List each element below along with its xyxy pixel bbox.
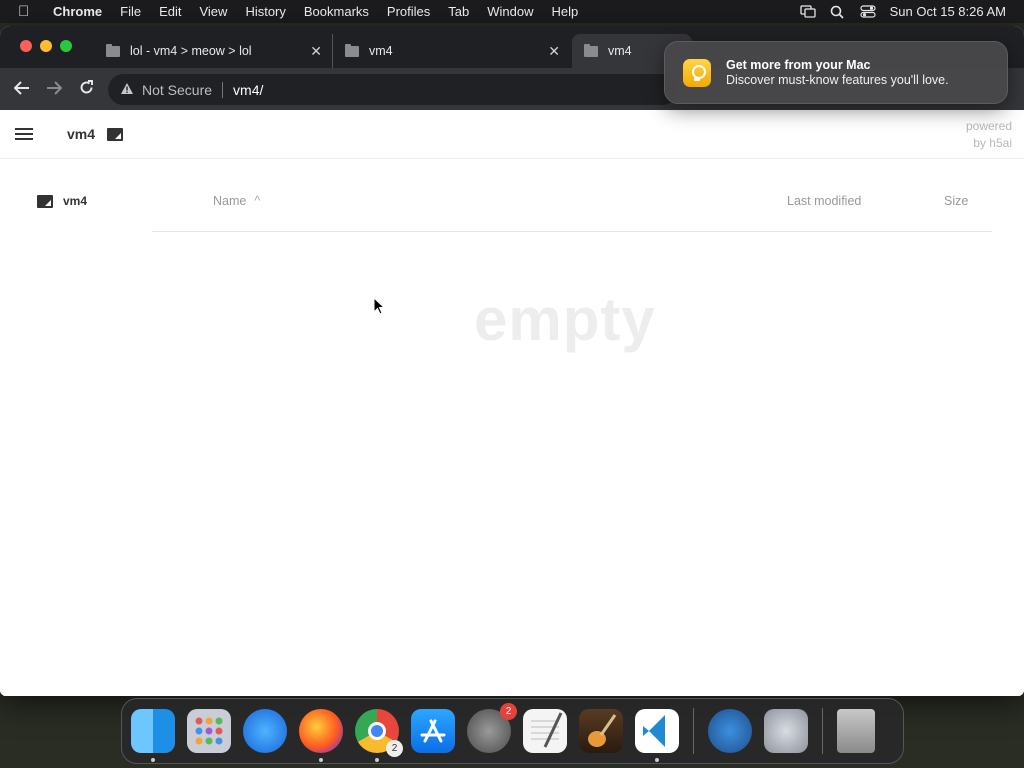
launchpad-icon[interactable]	[187, 709, 231, 753]
folder-icon	[106, 43, 120, 57]
url-text[interactable]: vm4/	[233, 82, 263, 98]
app-store-icon[interactable]	[411, 709, 455, 753]
menu-window[interactable]: Window	[478, 4, 542, 19]
folder-icon	[107, 127, 124, 141]
notification-title: Get more from your Mac	[726, 58, 871, 72]
control-center-icon[interactable]	[860, 5, 876, 18]
textedit-icon[interactable]	[523, 709, 567, 753]
tab-title: vm4	[608, 44, 632, 58]
clock[interactable]: Sun Oct 15 8:26 AM	[890, 4, 1006, 19]
dock-divider	[693, 708, 694, 754]
empty-placeholder: empty	[474, 286, 656, 353]
folder-icon	[584, 43, 598, 57]
notification-banner[interactable]: Get more from your Mac Discover must-kno…	[664, 41, 1008, 104]
menu-edit[interactable]: Edit	[150, 4, 190, 19]
h5ai-page: vm4 powered by h5ai vm4 Name ^ Last modif…	[0, 110, 1024, 696]
menu-bar:  Chrome File Edit View History Bookmark…	[0, 0, 1024, 23]
window-controls	[20, 40, 72, 52]
close-tab-icon[interactable]: ✕	[548, 43, 560, 60]
zoom-window-button[interactable]	[60, 40, 72, 52]
update-badge: 2	[500, 703, 517, 720]
menu-file[interactable]: File	[111, 4, 150, 19]
column-header-modified[interactable]: Last modified	[787, 194, 861, 208]
warning-triangle-icon[interactable]	[120, 82, 134, 98]
dock-divider	[822, 708, 823, 754]
close-window-button[interactable]	[20, 40, 32, 52]
dock: 2 2	[121, 698, 904, 764]
finder-icon[interactable]	[131, 709, 175, 762]
header-divider	[152, 231, 992, 232]
menu-profiles[interactable]: Profiles	[378, 4, 439, 19]
safari-compass-icon[interactable]	[243, 709, 287, 753]
column-header-size[interactable]: Size	[944, 194, 968, 208]
garageband-guitar-icon[interactable]	[579, 709, 623, 753]
forward-arrow-icon[interactable]	[38, 79, 70, 100]
apple-icon[interactable]: 	[18, 3, 38, 20]
notification-body: Discover must-know features you'll love.	[726, 73, 949, 87]
preferences-gear-icon[interactable]	[764, 709, 808, 753]
menu-view[interactable]: View	[190, 4, 236, 19]
chrome-icon[interactable]: 2	[355, 709, 403, 762]
h5ai-link[interactable]: by h5ai	[966, 135, 1012, 152]
minimize-window-button[interactable]	[40, 40, 52, 52]
menu-extras: Sun Oct 15 8:26 AM	[799, 0, 1024, 23]
powered-line: powered	[965, 119, 1012, 133]
page-topbar: vm4 powered by h5ai	[0, 110, 1024, 159]
menu-help[interactable]: Help	[543, 4, 588, 19]
spotlight-search-icon[interactable]	[830, 5, 846, 19]
system-settings-icon[interactable]: 2	[467, 703, 517, 753]
tab-title: vm4	[369, 44, 393, 58]
tab-vm4[interactable]: vm4 ✕	[332, 34, 570, 68]
sidebar-folder-label: vm4	[63, 194, 88, 208]
tab-title: lol - vm4 > meow > lol	[130, 44, 252, 58]
trash-icon[interactable]	[837, 709, 875, 753]
sort-ascending-icon: ^	[254, 194, 261, 208]
column-header-name[interactable]: Name ^	[213, 194, 260, 208]
folder-icon	[37, 194, 53, 208]
powered-by: powered by h5ai	[966, 118, 1012, 152]
chrome-window-count-badge: 2	[386, 740, 403, 757]
column-name-label: Name	[213, 194, 247, 208]
security-label[interactable]: Not Secure	[142, 82, 212, 98]
reload-icon[interactable]	[70, 79, 102, 100]
address-bar[interactable]: Not Secure vm4/	[108, 74, 678, 105]
menu-history[interactable]: History	[236, 4, 294, 19]
vscode-icon[interactable]	[635, 709, 679, 762]
hamburger-menu-icon[interactable]	[15, 125, 33, 143]
menu-tab[interactable]: Tab	[439, 4, 478, 19]
back-arrow-icon[interactable]	[6, 79, 38, 100]
tips-lightbulb-icon	[683, 58, 711, 87]
firefox-icon[interactable]	[299, 709, 343, 762]
breadcrumb[interactable]: vm4	[67, 126, 95, 142]
close-tab-icon[interactable]: ✕	[310, 43, 322, 60]
tab-lol[interactable]: lol - vm4 > meow > lol ✕	[96, 34, 332, 68]
menu-app-chrome[interactable]: Chrome	[44, 4, 111, 19]
quicktime-icon[interactable]	[708, 709, 752, 753]
screen-mirroring-icon[interactable]	[799, 5, 816, 18]
omnibox-divider	[222, 81, 224, 98]
folder-icon	[345, 43, 359, 57]
browser-window: lol - vm4 > meow > lol ✕ vm4 ✕ vm4 Not S…	[0, 26, 1024, 696]
sidebar-folder-vm4[interactable]: vm4	[37, 194, 87, 208]
menu-bookmarks[interactable]: Bookmarks	[295, 4, 378, 19]
